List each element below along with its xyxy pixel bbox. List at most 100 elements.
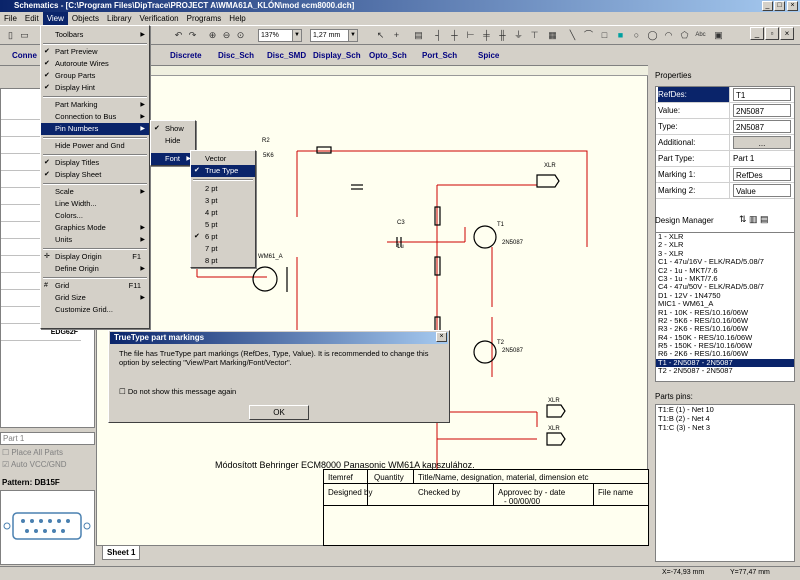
pin-row[interactable]: T1:E (1) - Net 10 (656, 405, 794, 414)
arc-icon[interactable]: ◠ (662, 29, 675, 42)
lib-tab-spice[interactable]: Spice (478, 51, 499, 60)
pin-icon[interactable]: ╫ (496, 29, 509, 42)
rectangle-icon[interactable]: □ (598, 29, 611, 42)
lib-tab-discrete[interactable]: Discrete (170, 51, 202, 60)
ok-button[interactable]: OK (249, 405, 309, 420)
menu-programs[interactable]: Programs (183, 12, 226, 25)
view-menu-item[interactable]: Graphics Mode ▶ (41, 222, 149, 234)
view-menu-item[interactable]: Pin Numbers ▶ (41, 123, 149, 135)
circle-icon[interactable]: ◯ (646, 29, 659, 42)
power-icon[interactable]: ⊤ (528, 29, 541, 42)
lib-tab-connectors[interactable]: Conne (12, 51, 37, 60)
lib-tab-disc-smd[interactable]: Disc_SMD (267, 51, 306, 60)
marking2-select[interactable]: Value (733, 184, 791, 197)
auto-vcc-checkbox[interactable]: ☑ Auto VCC/GND (2, 460, 67, 469)
child-minimize-button[interactable]: _ (750, 27, 764, 40)
zoom-fit-icon[interactable]: ⊙ (234, 29, 247, 42)
view-menu-item[interactable]: # Grid F11 (41, 280, 149, 292)
font-menu-item[interactable]: 5 pt (191, 219, 255, 231)
dialog-close-button[interactable]: × (436, 332, 447, 342)
child-restore-button[interactable]: ▫ (765, 27, 779, 40)
zoom-select[interactable]: 137% ▼ (258, 29, 302, 42)
ellipse-icon[interactable]: ○ (630, 29, 643, 42)
font-menu-item[interactable]: ✔ True Type (191, 165, 255, 177)
dm-toolbar-icons[interactable]: ⇅ ▥ ▤ (739, 214, 769, 225)
view-menu-item[interactable]: Connection to Bus ▶ (41, 111, 149, 123)
close-button[interactable]: × (787, 1, 798, 11)
font-menu-item[interactable]: ✔ 6 pt (191, 231, 255, 243)
view-menu-item[interactable]: ✛ Display Origin F1 (41, 251, 149, 263)
pin-row[interactable]: T1:C (3) - Net 3 (656, 423, 794, 432)
additional-button[interactable]: ... (733, 136, 791, 149)
sheet-tab-1[interactable]: Sheet 1 (102, 546, 141, 560)
wire-icon[interactable]: ┤ (432, 29, 445, 42)
menu-view[interactable]: View (42, 12, 68, 25)
maximize-button[interactable]: □ (774, 1, 785, 11)
pin-row[interactable]: T1:B (2) - Net 4 (656, 414, 794, 423)
zoom-in-icon[interactable]: ⊕ (206, 29, 219, 42)
lib-tab-port-sch[interactable]: Port_Sch (422, 51, 457, 60)
design-manager-list[interactable]: 1 - XLR 2 - XLR 3 - XLR C1 - 47u/16V - ELK/… (655, 232, 795, 382)
view-menu-item[interactable]: Hide Power and Gnd (41, 140, 149, 152)
view-menu-item[interactable]: Grid Size ▶ (41, 292, 149, 304)
menu-item-show[interactable]: ✔ Show (151, 123, 195, 135)
parts-pins-list[interactable]: T1:E (1) - Net 10 T1:B (2) - Net 4 T1:C … (655, 404, 795, 562)
bus-icon[interactable]: ┼ (448, 29, 461, 42)
type-field[interactable]: 2N5087 (733, 120, 791, 133)
line-icon[interactable]: ╲ (566, 29, 579, 42)
font-menu-item[interactable]: 3 pt (191, 195, 255, 207)
zoom-out-icon[interactable]: ⊖ (220, 29, 233, 42)
view-menu-item[interactable]: Toolbars ▶ (41, 29, 149, 41)
junction-icon[interactable]: ╪ (480, 29, 493, 42)
view-menu-item[interactable]: Customize Grid... (41, 304, 149, 316)
menu-verification[interactable]: Verification (135, 12, 182, 25)
place-all-checkbox[interactable]: ☐ Place All Parts (2, 448, 63, 457)
font-menu-item[interactable]: 4 pt (191, 207, 255, 219)
open-icon[interactable]: ▭ (18, 29, 31, 42)
gnd-icon[interactable]: ⏚ (512, 29, 525, 42)
design-manager-item[interactable]: T2 - 2N5087 - 2N5087 (656, 366, 794, 375)
refdes-field[interactable]: T1 (733, 88, 791, 101)
polygon-icon[interactable]: ⬠ (678, 29, 691, 42)
menu-file[interactable]: File (0, 12, 21, 25)
font-menu-item[interactable]: Vector (191, 153, 255, 165)
view-menu-item[interactable]: ✔ Group Parts (41, 70, 149, 82)
menu-edit[interactable]: Edit (21, 12, 43, 25)
font-menu-item[interactable]: 8 pt (191, 255, 255, 267)
image-icon[interactable]: ▣ (712, 29, 725, 42)
value-field[interactable]: 2N5087 (733, 104, 791, 117)
lib-tab-opto-sch[interactable]: Opto_Sch (369, 51, 407, 60)
view-menu-item[interactable]: Define Origin ▶ (41, 263, 149, 275)
menu-objects[interactable]: Objects (68, 12, 103, 25)
menu-library[interactable]: Library (103, 12, 135, 25)
part-select[interactable]: Part 1 (0, 432, 95, 445)
undo-icon[interactable]: ↶ (172, 29, 185, 42)
filled-rect-icon[interactable]: ■ (614, 29, 627, 42)
view-menu-item[interactable]: ✔ Display Sheet (41, 169, 149, 181)
menu-item-hide[interactable]: Hide (151, 135, 195, 147)
dont-show-checkbox[interactable]: ☐ Do not show this message again (119, 387, 236, 396)
lib-tab-display-sch[interactable]: Display_Sch (313, 51, 361, 60)
view-menu-item[interactable]: Line Width... (41, 198, 149, 210)
crosshair-icon[interactable]: + (390, 29, 403, 42)
view-menu-item[interactable]: ✔ Autoroute Wires (41, 58, 149, 70)
minimize-button[interactable]: _ (762, 1, 773, 11)
new-icon[interactable]: ▯ (4, 29, 17, 42)
view-menu-item[interactable]: ✔ Display Hint (41, 82, 149, 94)
pointer-icon[interactable]: ↖ (374, 29, 387, 42)
menu-item-font[interactable]: Font ▶ (151, 153, 195, 165)
view-menu-item[interactable]: ✔ Part Preview (41, 46, 149, 58)
text-icon[interactable]: Abc (694, 29, 707, 42)
view-menu-item[interactable]: Scale ▶ (41, 186, 149, 198)
view-menu-item[interactable]: ✔ Display Titles (41, 157, 149, 169)
place-part-icon[interactable]: ▤ (412, 29, 425, 42)
redo-icon[interactable]: ↷ (186, 29, 199, 42)
menu-help[interactable]: Help (225, 12, 249, 25)
child-close-button[interactable]: × (780, 27, 794, 40)
line-width-select[interactable]: 1,27 mm ▼ (310, 29, 358, 42)
font-menu-item[interactable]: 7 pt (191, 243, 255, 255)
view-menu-item[interactable]: Colors... (41, 210, 149, 222)
view-menu-item[interactable]: Units ▶ (41, 234, 149, 246)
view-menu-item[interactable]: Part Marking ▶ (41, 99, 149, 111)
table-icon[interactable]: ▦ (546, 29, 559, 42)
